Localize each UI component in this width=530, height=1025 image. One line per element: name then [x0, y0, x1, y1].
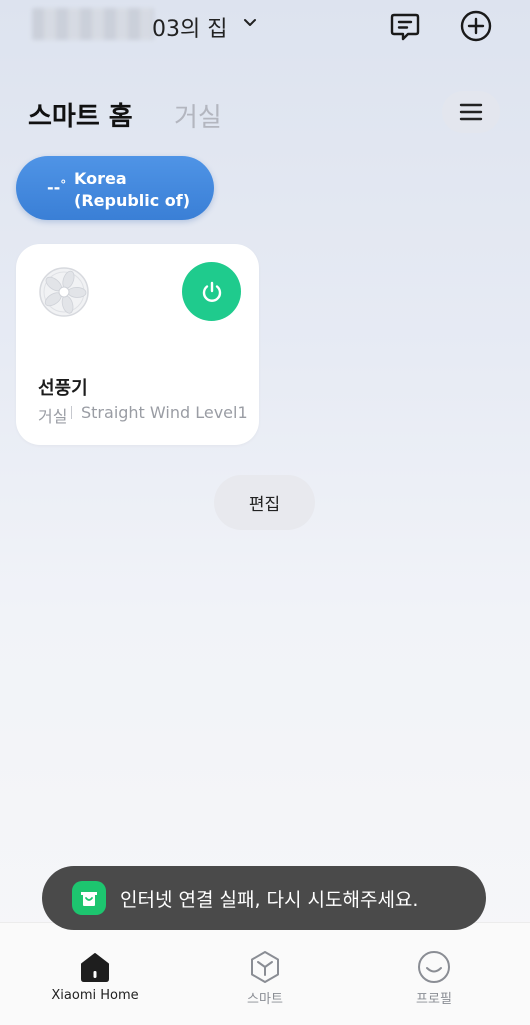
add-icon[interactable] — [459, 9, 493, 43]
nav-label: Xiaomi Home — [51, 988, 139, 1003]
edit-button[interactable]: 편집 — [214, 475, 315, 530]
message-icon[interactable] — [388, 9, 422, 43]
power-button[interactable] — [182, 262, 241, 321]
nav-label: 스마트 — [247, 992, 283, 1007]
chevron-down-icon[interactable] — [241, 14, 259, 32]
power-icon — [202, 281, 221, 302]
mi-home-logo — [72, 881, 106, 915]
mi-home-icon — [81, 892, 97, 906]
nav-item-smart[interactable]: 스마트 — [210, 923, 320, 1023]
weather-location: Korea (Republic of) — [74, 169, 191, 210]
toast-notification: 인터넷 연결 실패, 다시 시도해주세요. — [42, 866, 486, 930]
nav-item-profile[interactable]: 프로필 — [379, 923, 489, 1023]
separator — [71, 406, 72, 419]
nav-label: 프로필 — [416, 992, 452, 1007]
device-name: 선풍기 — [38, 378, 88, 399]
smile-icon — [418, 951, 450, 983]
home-name[interactable]: 03의 집 — [152, 11, 227, 43]
cube-icon — [251, 951, 279, 983]
tab-smart-home[interactable]: 스마트 홈 — [28, 96, 133, 133]
toast-message: 인터넷 연결 실패, 다시 시도해주세요. — [120, 888, 419, 911]
room-menu-button[interactable] — [442, 91, 500, 133]
tab-living-room[interactable]: 거실 — [174, 97, 222, 134]
bottom-nav: Xiaomi Home 스마트 프로필 — [0, 922, 530, 1025]
device-status: Straight Wind Level1 — [81, 403, 248, 422]
home-icon — [81, 953, 109, 982]
menu-icon — [459, 103, 483, 121]
nav-item-xiaomi-home[interactable]: Xiaomi Home — [40, 923, 150, 1023]
weather-temperature: --° — [47, 178, 67, 197]
fan-icon — [39, 267, 89, 317]
home-name-redacted — [32, 8, 154, 40]
device-room: 거실 — [38, 407, 68, 426]
